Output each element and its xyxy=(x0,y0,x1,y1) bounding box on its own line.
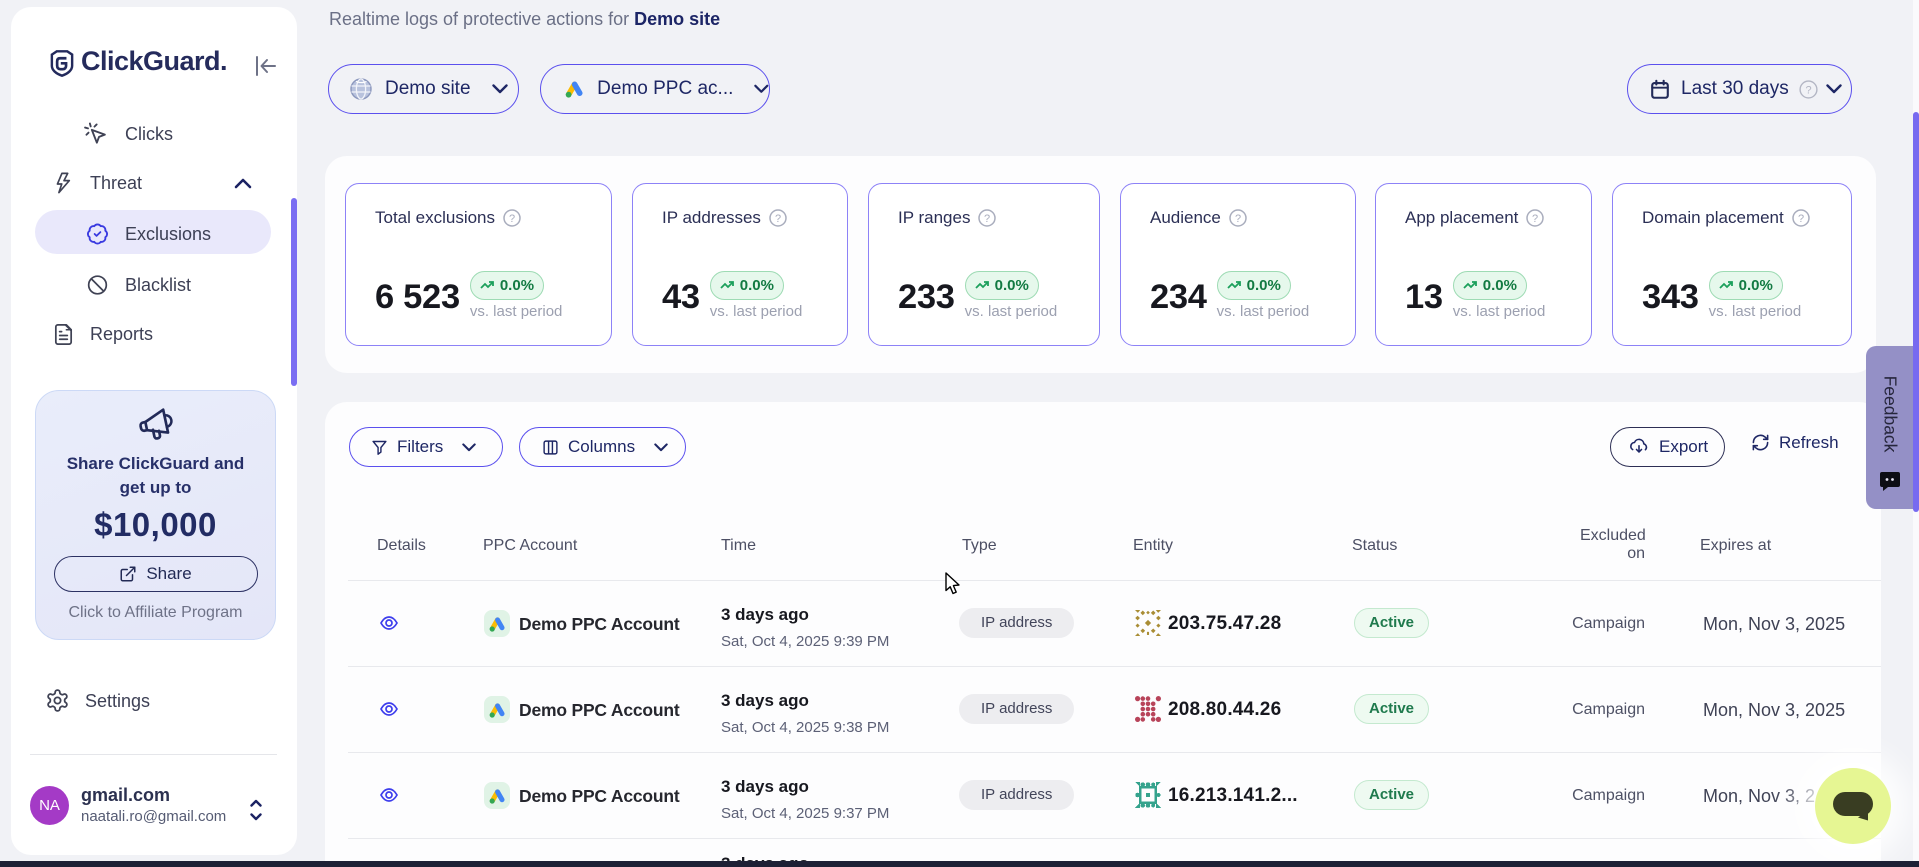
svg-text:?: ? xyxy=(775,213,781,225)
svg-text:?: ? xyxy=(1798,213,1804,225)
svg-text:?: ? xyxy=(1805,84,1811,96)
svg-text:?: ? xyxy=(984,213,990,225)
svg-text:?: ? xyxy=(509,213,515,225)
svg-text:?: ? xyxy=(1532,213,1538,225)
svg-text:?: ? xyxy=(1235,213,1241,225)
